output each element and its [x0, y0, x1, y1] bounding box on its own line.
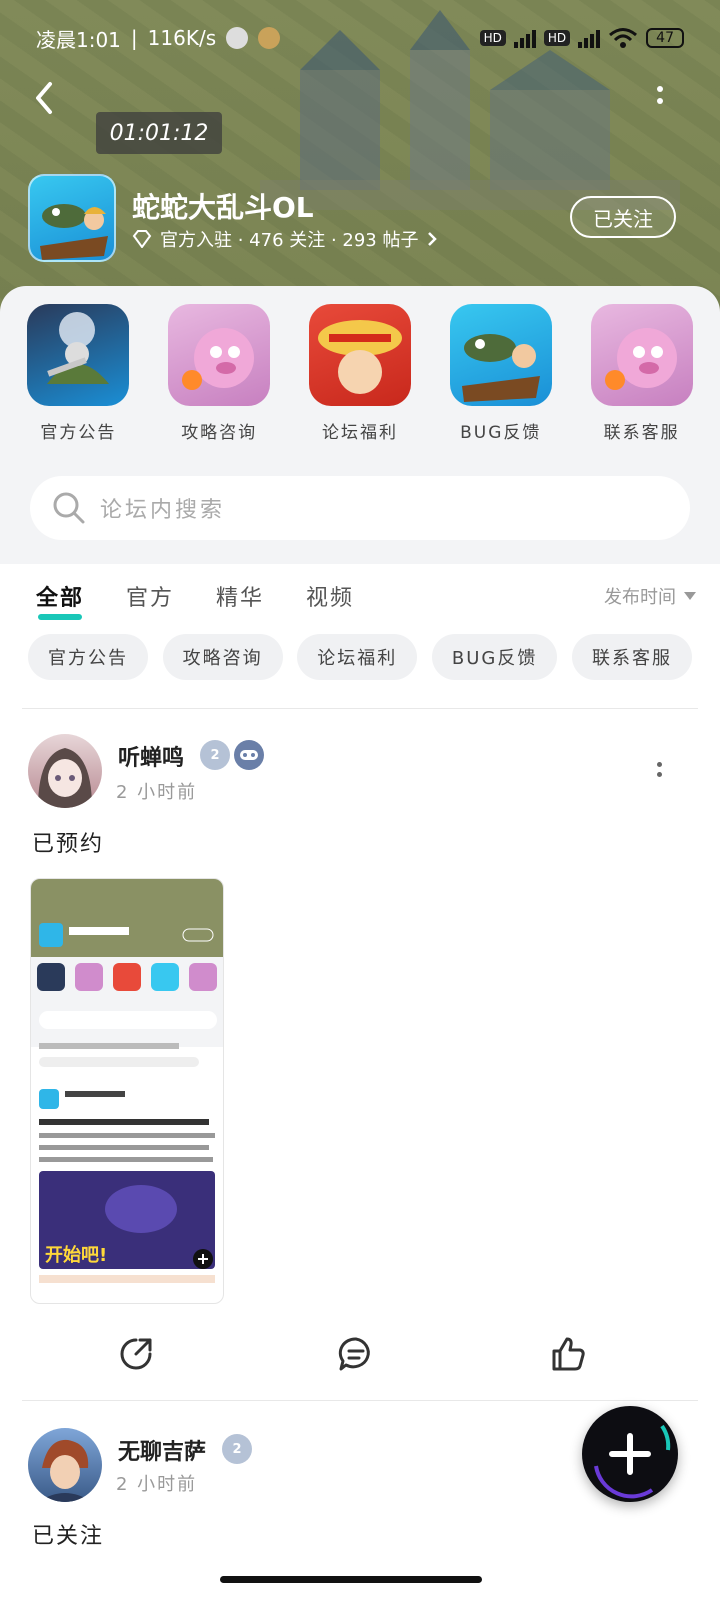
- shortcut-label: 官方公告: [40, 423, 117, 443]
- svg-text:开始吧!: 开始吧!: [45, 1244, 107, 1266]
- gamepad-icon: [234, 740, 264, 770]
- warrior-avatar: [38, 1439, 92, 1502]
- status-bar: 凌晨1:01 | 116K/s HD HD 47: [0, 18, 720, 58]
- shortcut-label: 攻略咨询: [181, 423, 258, 443]
- search-bar[interactable]: 论坛内搜索: [30, 476, 690, 540]
- game-meta-text: 官方入驻 · 476 关注 · 293 帖子: [160, 230, 419, 251]
- shortcut-customer-service[interactable]: 联系客服: [582, 304, 702, 443]
- chip-bug-report[interactable]: BUG反馈: [431, 634, 558, 680]
- caret-down-icon: [684, 592, 696, 600]
- shortcut-strategy[interactable]: 攻略咨询: [159, 304, 279, 443]
- home-indicator[interactable]: [220, 1576, 482, 1583]
- strategy-thumbnail: [168, 304, 271, 406]
- signal-icon: [513, 28, 536, 48]
- service-thumbnail: [590, 304, 693, 406]
- chevron-right-icon: [427, 232, 437, 246]
- shortcut-official-notice[interactable]: 官方公告: [18, 304, 138, 443]
- game-logo-icon: [40, 204, 108, 260]
- like-icon[interactable]: [548, 1334, 588, 1374]
- anime-girl-avatar: [38, 748, 92, 808]
- create-post-button[interactable]: [582, 1406, 678, 1502]
- post-time: 2 小时前: [116, 1474, 198, 1495]
- sort-dropdown[interactable]: 发布时间: [604, 583, 696, 609]
- back-button[interactable]: [32, 80, 68, 116]
- status-separator: |: [130, 26, 138, 50]
- diamond-icon: [132, 230, 152, 248]
- chip-welfare[interactable]: 论坛福利: [297, 634, 418, 680]
- level-badge: 2: [222, 1434, 252, 1464]
- post-author[interactable]: 无聊吉萨: [118, 1434, 206, 1466]
- shortcut-bug-report[interactable]: BUG反馈: [441, 304, 561, 443]
- game-title: 蛇蛇大乱斗OL: [132, 191, 314, 224]
- post-more-button[interactable]: [654, 762, 664, 777]
- avatar[interactable]: [28, 734, 102, 808]
- wifi-icon: [609, 28, 638, 48]
- post-content: 已关注: [32, 1524, 105, 1549]
- search-icon: [53, 492, 85, 524]
- follow-button[interactable]: 已关注: [570, 196, 676, 238]
- knight-icon: [47, 312, 110, 384]
- status-time: 凌晨1:01: [36, 27, 121, 52]
- level-badge: 2: [200, 740, 230, 770]
- notice-thumbnail: [27, 304, 130, 406]
- more-options-button[interactable]: [650, 86, 670, 116]
- game-header-banner: 凌晨1:01 | 116K/s HD HD 47 01:01:12 蛇蛇大乱斗O…: [0, 0, 720, 320]
- pig-icon: [182, 328, 255, 390]
- plus-icon: [594, 1424, 671, 1499]
- shortcut-label: 联系客服: [603, 423, 680, 443]
- feed-tabs: 全部 官方 精华 视频 发布时间: [36, 574, 696, 620]
- app-notification-icon: [258, 27, 281, 49]
- tab-all[interactable]: 全部: [36, 580, 84, 620]
- share-icon[interactable]: [116, 1334, 156, 1374]
- avatar[interactable]: [28, 1428, 102, 1502]
- recording-timer: 01:01:12: [96, 112, 222, 154]
- pig-icon-2: [604, 328, 677, 390]
- battery-indicator: 47: [646, 28, 684, 48]
- divider: [22, 708, 698, 709]
- chip-strategy[interactable]: 攻略咨询: [162, 634, 283, 680]
- welfare-thumbnail: [308, 304, 411, 406]
- chevron-left-icon: [36, 82, 52, 114]
- shortcut-list: 官方公告 攻略咨询 论坛福利 BUG反馈 联系客服: [0, 304, 720, 443]
- sort-label: 发布时间: [604, 587, 676, 608]
- game-icon[interactable]: [28, 174, 116, 262]
- shortcut-label: BUG反馈: [460, 423, 542, 443]
- chip-customer-service[interactable]: 联系客服: [571, 634, 692, 680]
- status-speed: 116K/s: [147, 26, 217, 50]
- signal-icon-2: [578, 28, 601, 48]
- post-author[interactable]: 听蝉鸣: [118, 740, 184, 772]
- screenshot-thumbnail: 开始吧!: [31, 879, 223, 1283]
- snake-boat-icon: [461, 334, 540, 402]
- bug-thumbnail: [449, 304, 552, 406]
- tab-video[interactable]: 视频: [306, 580, 354, 612]
- shortcut-welfare[interactable]: 论坛福利: [300, 304, 420, 443]
- game-meta[interactable]: 官方入驻 · 476 关注 · 293 帖子: [132, 226, 437, 252]
- notification-icon: [226, 27, 249, 49]
- post-content: 已预约: [32, 832, 105, 857]
- hd-icon: HD: [479, 30, 506, 46]
- hd-icon-2: HD: [543, 30, 571, 46]
- tab-featured[interactable]: 精华: [216, 580, 264, 612]
- shortcut-panel: 官方公告 攻略咨询 论坛福利 BUG反馈 联系客服 论坛内搜索: [0, 286, 720, 564]
- shortcut-label: 论坛福利: [321, 423, 398, 443]
- divider: [22, 1400, 698, 1401]
- search-placeholder: 论坛内搜索: [100, 498, 226, 523]
- straw-hat-icon: [317, 320, 402, 394]
- comment-icon[interactable]: [336, 1334, 376, 1374]
- chip-official-notice[interactable]: 官方公告: [28, 634, 148, 680]
- category-chips: 官方公告 攻略咨询 论坛福利 BUG反馈 联系客服: [28, 634, 692, 680]
- tab-official[interactable]: 官方: [126, 580, 174, 612]
- post-time: 2 小时前: [116, 782, 198, 803]
- post-image[interactable]: 开始吧!: [30, 878, 224, 1304]
